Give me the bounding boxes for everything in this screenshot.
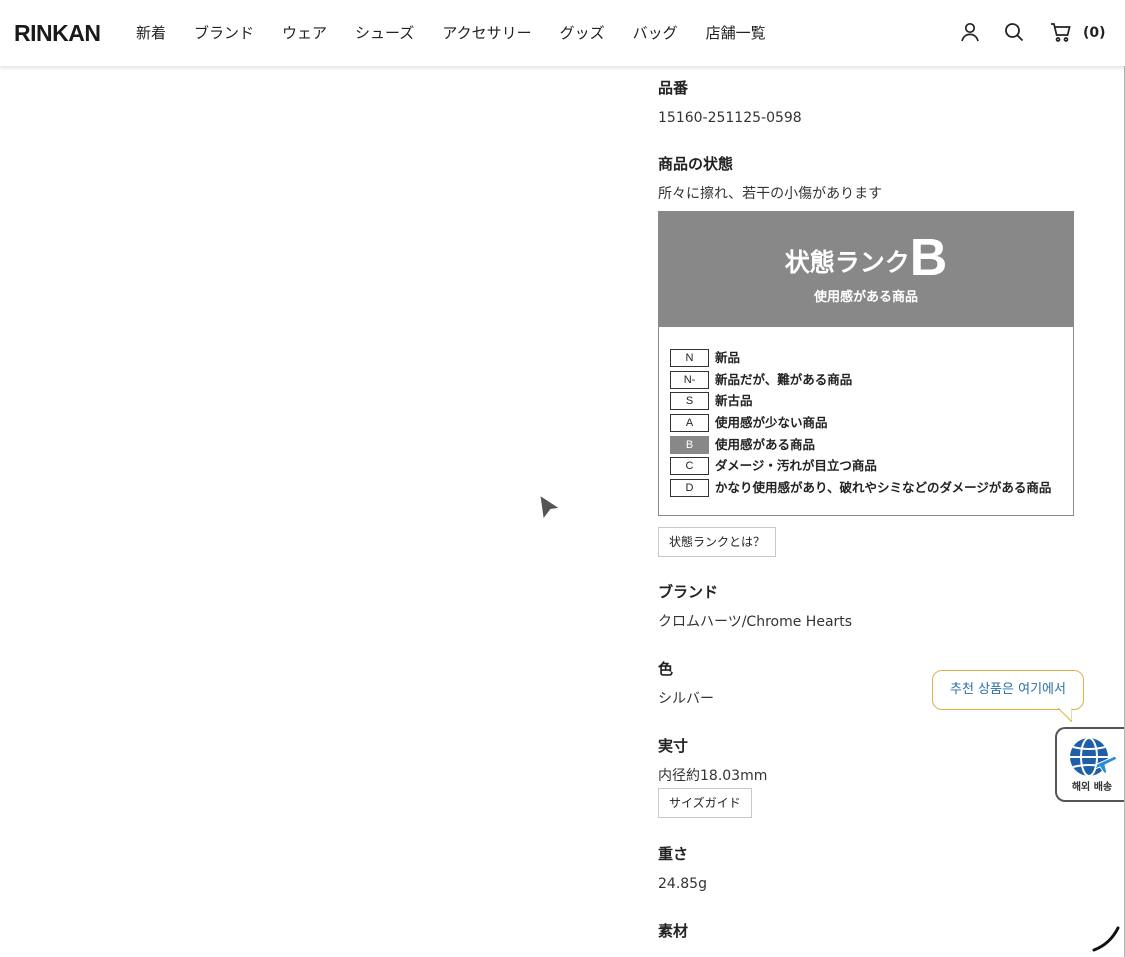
nav-accessory[interactable]: アクセサリー	[428, 21, 545, 45]
rank-letter: B	[909, 229, 948, 287]
rank-title-text: 状態ランク	[784, 248, 910, 277]
user-icon[interactable]	[958, 20, 982, 44]
nav-bag[interactable]: バッグ	[619, 21, 692, 45]
nav-shoes[interactable]: シューズ	[341, 21, 428, 45]
condition-value: 所々に擦れ、若干の小傷があります	[658, 186, 883, 202]
nav-stores[interactable]: 店舗一覧	[692, 21, 780, 45]
size-label: 実寸	[658, 737, 689, 755]
nav-brand[interactable]: ブランド	[180, 21, 268, 45]
overseas-shipping-label: 해외 배송	[1071, 782, 1113, 793]
rank-code-badge: B	[670, 435, 709, 454]
rank-code-badge: D	[670, 478, 709, 497]
main-nav: 新着 ブランド ウェア シューズ アクセサリー グッズ バッグ 店舗一覧	[122, 21, 780, 45]
weight-label: 重さ	[658, 845, 689, 863]
rank-row: N- 新品だが、難がある商品	[670, 369, 1070, 391]
overseas-shipping-widget[interactable]: 해외 배송	[1055, 727, 1125, 802]
rank-description: ダメージ・汚れが目立つ商品	[715, 458, 877, 474]
rank-code-badge: C	[670, 457, 709, 476]
rank-row: N 新品	[670, 347, 1070, 369]
rank-code-badge: S	[670, 392, 709, 411]
color-value: シルバー	[658, 691, 714, 707]
rank-row: C ダメージ・汚れが目立つ商品	[670, 455, 1070, 477]
condition-rank-box: 状態ランクB 使用感がある商品 N 新品 N- 新品だが、難がある商品 S 新古品 A 使用感…	[658, 211, 1074, 516]
rank-row: D かなり使用感があり、破れやシミなどのダメージがある商品	[670, 477, 1070, 499]
item-number-label: 品番	[658, 79, 689, 97]
brand-value[interactable]: クロムハーツ/Chrome Hearts	[658, 612, 852, 632]
product-gallery	[0, 66, 620, 957]
site-logo[interactable]: RINKAN	[14, 19, 101, 47]
rank-row: B 使用感がある商品	[670, 434, 1070, 456]
rank-help-button[interactable]: 状態ランクとは？	[658, 527, 777, 557]
cart-icon[interactable]	[1049, 20, 1073, 44]
rank-subtitle: 使用感がある商品	[813, 290, 918, 305]
product-page: RINKAN 新着 ブランド ウェア シューズ アクセサリー グッズ バッグ 店…	[0, 0, 1125, 957]
weight-value: 24.85g	[658, 876, 707, 892]
nav-goods[interactable]: グッズ	[546, 21, 619, 45]
play-arrow-icon[interactable]	[538, 492, 562, 520]
material-label: 素材	[658, 922, 689, 940]
rank-code-badge: N	[670, 348, 709, 367]
rank-legend: N 新品 N- 新品だが、難がある商品 S 新古品 A 使用感が少ない商品 B 使用感がある商品 C…	[670, 347, 1070, 499]
tooltip-tail	[1058, 708, 1072, 722]
site-header: RINKAN 新着 ブランド ウェア シューズ アクセサリー グッズ バッグ 店…	[0, 0, 1125, 66]
item-number-value: 15160-251125-0598	[658, 110, 802, 126]
cart-count[interactable]: (0)	[1083, 22, 1106, 44]
rank-header: 状態ランクB 使用感がある商品	[659, 212, 1073, 327]
nav-wear[interactable]: ウェア	[268, 21, 341, 45]
corner-swoosh-icon	[1092, 926, 1120, 952]
rank-title: 状態ランクB	[659, 230, 1073, 291]
brand-label: ブランド	[658, 583, 719, 601]
rank-description: 使用感がある商品	[715, 436, 816, 452]
recommend-tooltip[interactable]: 추천 상품은 여기에서	[932, 670, 1084, 710]
rank-description: 新品だが、難がある商品	[715, 371, 853, 387]
rank-description: 使用感が少ない商品	[715, 414, 828, 430]
condition-label: 商品の状態	[658, 155, 734, 173]
rank-code-badge: A	[670, 413, 709, 432]
size-value: 内径約18.03mm	[658, 768, 768, 784]
rank-row: S 新古品	[670, 390, 1070, 412]
rank-description: 新古品	[715, 393, 753, 409]
globe-airplane-icon	[1070, 737, 1117, 777]
rank-description: 新品	[715, 349, 741, 365]
nav-new[interactable]: 新着	[122, 21, 180, 45]
size-guide-button[interactable]: サイズガイド	[658, 788, 752, 818]
color-label: 色	[658, 660, 674, 678]
rank-description: かなり使用感があり、破れやシミなどのダメージがある商品	[715, 479, 1052, 495]
search-icon[interactable]	[1002, 20, 1026, 44]
rank-code-badge: N-	[670, 370, 709, 389]
rank-row: A 使用感が少ない商品	[670, 412, 1070, 434]
